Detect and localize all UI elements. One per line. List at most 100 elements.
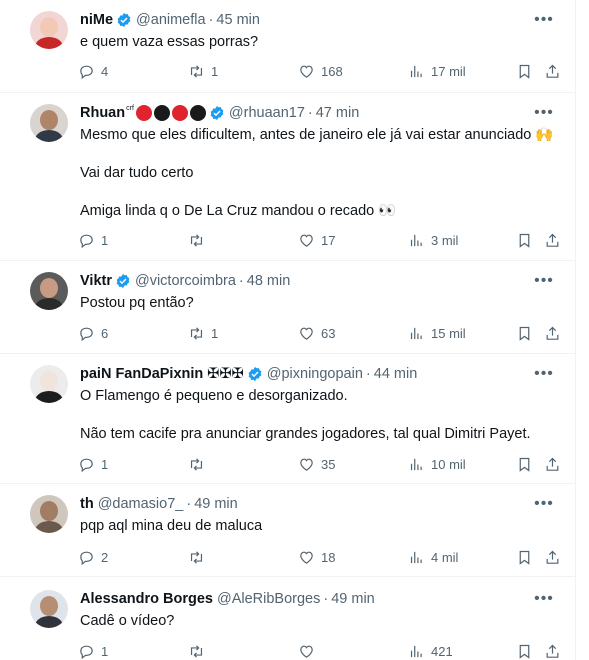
share-icon <box>546 550 559 564</box>
timestamp[interactable]: 44 min <box>374 366 418 382</box>
separator-dot: · <box>307 105 313 121</box>
verified-badge-icon <box>115 273 131 289</box>
bookmark-button[interactable] <box>516 454 533 474</box>
more-options-icon[interactable]: ••• <box>534 103 554 123</box>
user-handle[interactable]: @AleRibBorges <box>217 591 320 607</box>
like-button[interactable]: 35 <box>298 454 335 474</box>
separator-dot: · <box>238 273 244 289</box>
display-name[interactable]: Viktr <box>80 273 112 289</box>
views-button[interactable]: 3 mil <box>408 230 458 250</box>
team-badges <box>135 105 206 121</box>
share-button[interactable] <box>544 454 561 474</box>
bookmark-button[interactable] <box>516 641 533 660</box>
views-button[interactable]: 421 <box>408 641 453 660</box>
share-button[interactable] <box>544 323 561 343</box>
like-button[interactable]: 17 <box>298 230 335 250</box>
views-button[interactable]: 17 mil <box>408 61 466 81</box>
bookmark-icon <box>519 64 530 79</box>
more-options-icon[interactable]: ••• <box>534 589 554 609</box>
retweet-button[interactable] <box>188 230 211 250</box>
bookmark-button[interactable] <box>516 61 533 81</box>
bookmark-icon <box>519 233 530 248</box>
retweet-button[interactable]: 1 <box>188 61 218 81</box>
like-button[interactable]: 63 <box>298 323 335 343</box>
heart-icon <box>300 645 313 658</box>
share-button[interactable] <box>544 61 561 81</box>
share-button[interactable] <box>544 547 561 567</box>
more-options-icon[interactable]: ••• <box>534 271 554 291</box>
more-options-icon[interactable]: ••• <box>534 364 554 384</box>
retweet-button[interactable]: 1 <box>188 323 218 343</box>
separator-dot: · <box>186 496 192 512</box>
display-name[interactable]: Rhuan <box>80 105 125 121</box>
retweet-button[interactable] <box>188 641 211 660</box>
avatar[interactable] <box>30 495 68 533</box>
reply-button[interactable]: 6 <box>78 323 108 343</box>
display-name[interactable]: th <box>80 496 94 512</box>
reply-button[interactable]: 1 <box>78 641 108 660</box>
reply-button[interactable]: 1 <box>78 230 108 250</box>
views-button[interactable]: 10 mil <box>408 454 466 474</box>
analytics-icon <box>410 234 422 246</box>
bookmark-button[interactable] <box>516 323 533 343</box>
retweet-button[interactable] <box>188 547 211 567</box>
tweet-actions: 6 1 63 15 mil <box>78 323 566 343</box>
reply-feed: niMe @animefla · 45 min ••• e quem vaza … <box>0 0 576 660</box>
display-name[interactable]: Alessandro Borges <box>80 591 213 607</box>
avatar[interactable] <box>30 104 68 142</box>
bookmark-button[interactable] <box>516 547 533 567</box>
tweet[interactable]: Rhuan crf @rhuaan17 · 47 min ••• Mesmo q… <box>0 93 575 261</box>
analytics-icon <box>410 327 422 339</box>
timestamp[interactable]: 49 min <box>194 496 238 512</box>
display-name[interactable]: paiN FanDaPixnin ✠✠✠ <box>80 366 244 382</box>
timestamp[interactable]: 49 min <box>331 591 375 607</box>
heart-icon <box>300 458 313 471</box>
user-handle[interactable]: @rhuaan17 <box>229 105 305 121</box>
retweet-button[interactable] <box>188 454 211 474</box>
reply-button[interactable]: 2 <box>78 547 108 567</box>
badge-circle-icon <box>135 105 152 121</box>
timestamp[interactable]: 45 min <box>216 12 260 28</box>
tweet[interactable]: paiN FanDaPixnin ✠✠✠ @pixningopain · 44 … <box>0 354 575 484</box>
name-suffix: crf <box>126 105 134 112</box>
reply-button[interactable]: 4 <box>78 61 108 81</box>
tweet[interactable]: Viktr @victorcoimbra · 48 min ••• Postou… <box>0 261 575 354</box>
display-name[interactable]: niMe <box>80 12 113 28</box>
separator-dot: · <box>323 591 329 607</box>
user-handle[interactable]: @pixningopain <box>267 366 363 382</box>
avatar[interactable] <box>30 590 68 628</box>
analytics-icon <box>410 458 422 470</box>
timestamp[interactable]: 47 min <box>316 105 360 121</box>
tweet-actions: 1 17 3 mil <box>78 230 566 250</box>
like-button[interactable]: 168 <box>298 61 343 81</box>
like-button[interactable] <box>298 641 321 660</box>
tweet-actions: 4 1 168 17 mil <box>78 61 566 81</box>
reply-icon <box>80 458 93 472</box>
badge-circle-icon <box>189 105 206 121</box>
share-button[interactable] <box>544 230 561 250</box>
user-handle[interactable]: @victorcoimbra <box>135 273 236 289</box>
timestamp[interactable]: 48 min <box>247 273 291 289</box>
more-options-icon[interactable]: ••• <box>534 10 554 30</box>
views-button[interactable]: 4 mil <box>408 547 458 567</box>
bookmark-icon <box>519 550 530 565</box>
avatar[interactable] <box>30 365 68 403</box>
avatar[interactable] <box>30 272 68 310</box>
share-button[interactable] <box>544 641 561 660</box>
user-handle[interactable]: @animefla <box>136 12 206 28</box>
reply-icon <box>80 551 93 565</box>
bookmark-icon <box>519 457 530 472</box>
tweet[interactable]: niMe @animefla · 45 min ••• e quem vaza … <box>0 0 575 93</box>
verified-badge-icon <box>116 12 132 28</box>
like-button[interactable]: 18 <box>298 547 335 567</box>
reply-button[interactable]: 1 <box>78 454 108 474</box>
separator-dot: · <box>208 12 214 28</box>
tweet[interactable]: Alessandro Borges @AleRibBorges · 49 min… <box>0 577 575 660</box>
more-options-icon[interactable]: ••• <box>534 494 554 514</box>
bookmark-icon <box>519 326 530 341</box>
user-handle[interactable]: @damasio7_ <box>98 496 184 512</box>
views-button[interactable]: 15 mil <box>408 323 466 343</box>
avatar[interactable] <box>30 11 68 49</box>
tweet[interactable]: th @damasio7_ · 49 min ••• pqp aql mina … <box>0 484 575 577</box>
bookmark-button[interactable] <box>516 230 533 250</box>
